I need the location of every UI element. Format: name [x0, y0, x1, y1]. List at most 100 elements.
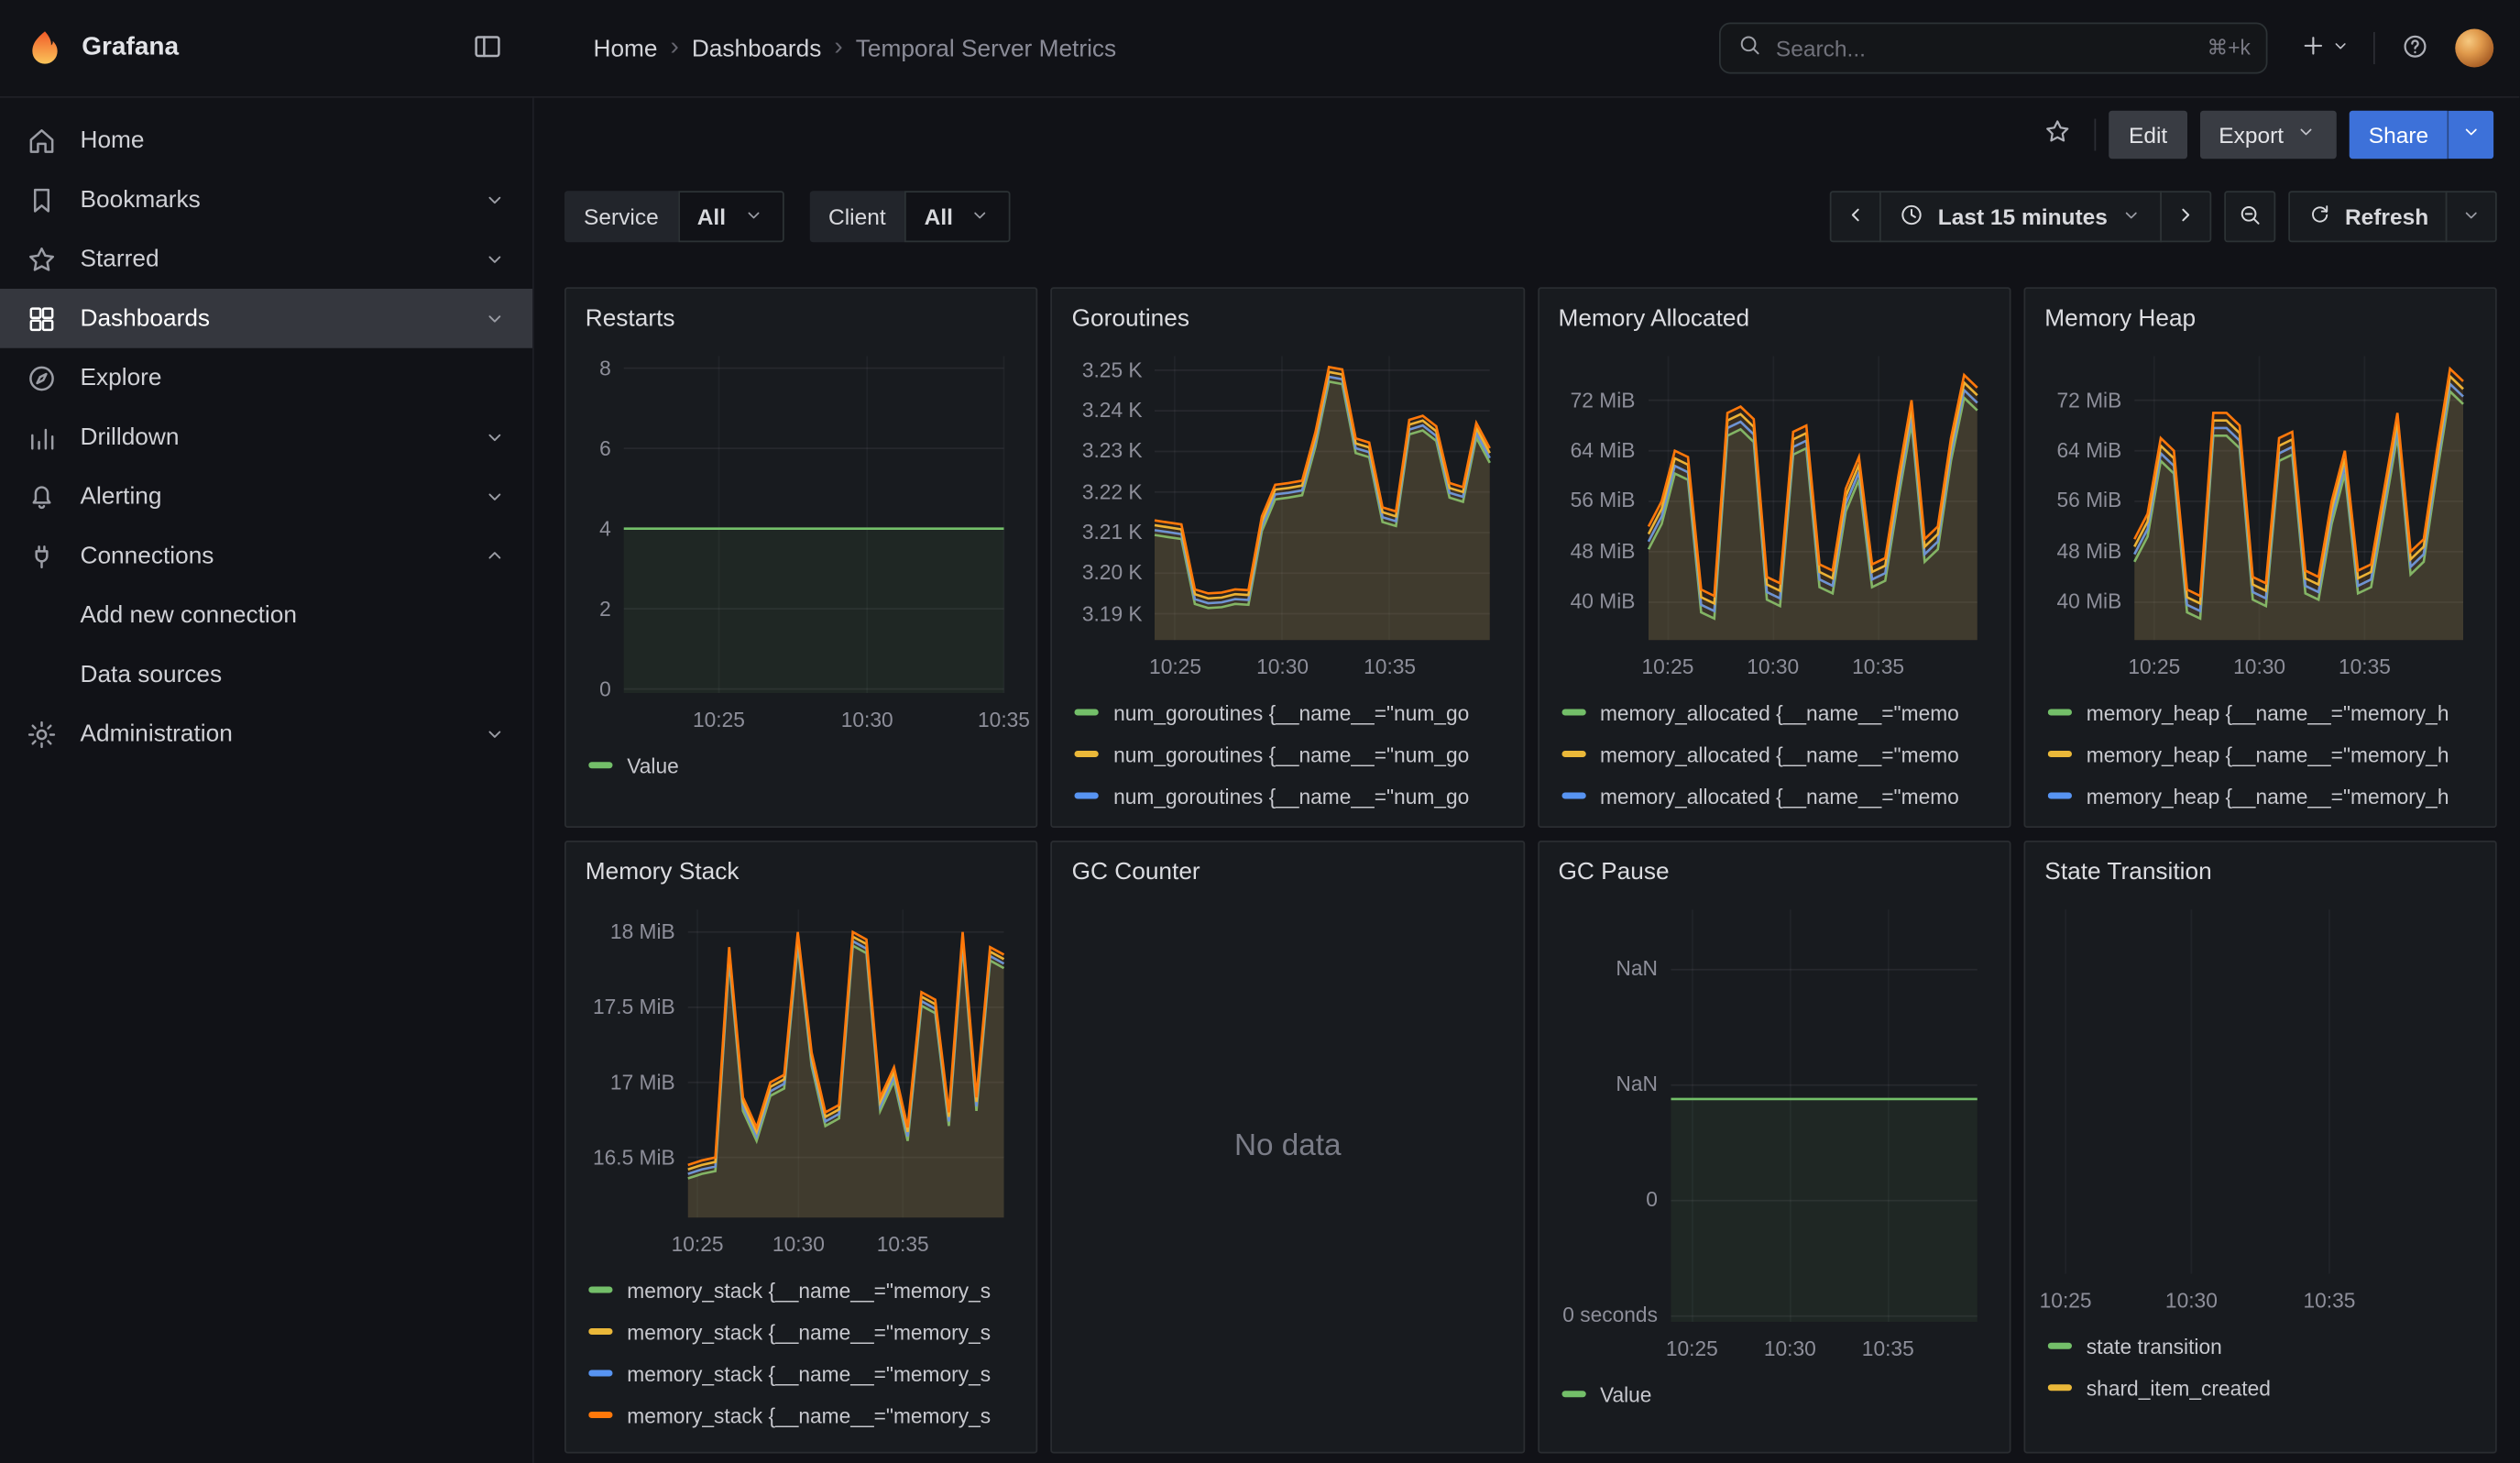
- refresh-group: Refresh: [2289, 191, 2498, 242]
- panel-title[interactable]: Restarts: [586, 305, 1017, 335]
- sidebar-item-alerting[interactable]: Alerting: [0, 467, 532, 526]
- x-axis: 10:2510:3010:35: [582, 699, 1020, 738]
- grafana-logo-icon[interactable]: [26, 29, 64, 68]
- refresh-button[interactable]: Refresh: [2289, 191, 2448, 242]
- help-button[interactable]: [2392, 24, 2440, 72]
- edit-button[interactable]: Edit: [2109, 110, 2186, 159]
- bookmark-icon: [26, 183, 58, 215]
- breadcrumb-item-dashboards[interactable]: Dashboards: [692, 35, 822, 62]
- y-axis-tick: 4: [582, 517, 611, 540]
- x-axis: 10:2510:3010:35: [2042, 1281, 2480, 1319]
- home-icon: [26, 125, 58, 157]
- x-axis-tick: 10:25: [1149, 654, 1201, 678]
- legend-item[interactable]: state transition: [2048, 1326, 2480, 1368]
- panel-title[interactable]: Memory Stack: [586, 858, 1017, 887]
- chevron-down-icon[interactable]: [483, 188, 507, 212]
- legend-item[interactable]: memory_allocated {__name__="memo: [1561, 691, 1993, 733]
- legend-label: shard_item_created: [2087, 1376, 2271, 1400]
- legend-item[interactable]: memory_allocated {__name__="memo: [1561, 817, 1993, 828]
- legend-item[interactable]: memory_heap {__name__="memory_h: [2048, 691, 2480, 733]
- user-avatar[interactable]: [2456, 29, 2494, 68]
- search-box[interactable]: ⌘+k: [1720, 23, 2269, 74]
- legend-label: num_goroutines {__name__="num_go: [1113, 700, 1469, 724]
- legend-item[interactable]: memory_allocated {__name__="memo: [1561, 775, 1993, 817]
- legend-item[interactable]: num_goroutines {__name__="num_go: [1075, 691, 1507, 733]
- panel-memory-stack: Memory Stack18 MiB17.5 MiB17 MiB16.5 MiB…: [564, 841, 1038, 1454]
- legend-item[interactable]: num_goroutines {__name__="num_go: [1075, 817, 1507, 828]
- refresh-interval-dropdown[interactable]: [2446, 191, 2497, 242]
- breadcrumb-item-home[interactable]: Home: [594, 35, 658, 62]
- legend-swatch: [2048, 710, 2072, 716]
- x-axis-tick: 10:30: [2165, 1288, 2218, 1312]
- dock-menu-icon: [472, 29, 504, 66]
- sidebar-item-bookmarks[interactable]: Bookmarks: [0, 170, 532, 230]
- legend-swatch: [588, 1328, 612, 1335]
- time-forward-button[interactable]: [2161, 191, 2212, 242]
- favorite-star-button[interactable]: [2034, 110, 2083, 159]
- arrow-left-icon: [1843, 202, 1868, 232]
- chevron-down-icon[interactable]: [483, 248, 507, 271]
- search-input[interactable]: [1776, 36, 2195, 61]
- panel-title[interactable]: Memory Heap: [2044, 305, 2476, 335]
- chevron-down-icon[interactable]: [483, 485, 507, 509]
- time-range-picker[interactable]: Last 15 minutes: [1880, 191, 2163, 242]
- sidebar-item-explore[interactable]: Explore: [0, 348, 532, 408]
- dock-menu-button[interactable]: [464, 24, 512, 72]
- time-back-button[interactable]: [1830, 191, 1881, 242]
- legend-item[interactable]: memory_allocated {__name__="memo: [1561, 733, 1993, 776]
- panel-restarts: Restarts8642010:2510:3010:35Value: [564, 287, 1038, 828]
- legend-item[interactable]: memory_heap {__name__="memory_h: [2048, 775, 2480, 817]
- chevron-up-icon[interactable]: [483, 544, 507, 567]
- x-axis: 10:2510:3010:35: [1068, 646, 1507, 685]
- top-header: Grafana Home›Dashboards›Temporal Server …: [0, 0, 2520, 98]
- legend-item[interactable]: memory_heap {__name__="memory_h: [2048, 733, 2480, 776]
- panel-title[interactable]: GC Counter: [1072, 858, 1504, 887]
- legend-swatch: [1075, 793, 1099, 799]
- variable-value-dropdown[interactable]: All: [678, 191, 783, 242]
- share-options-button[interactable]: [2448, 110, 2494, 159]
- x-axis: 10:2510:3010:35: [582, 1224, 1020, 1262]
- chart-canvas: [2042, 900, 2480, 1277]
- sidebar-item-drilldown[interactable]: Drilldown: [0, 408, 532, 468]
- panel-title[interactable]: GC Pause: [1558, 858, 1989, 887]
- export-button[interactable]: Export: [2199, 110, 2337, 159]
- legend-item[interactable]: num_goroutines {__name__="num_go: [1075, 775, 1507, 817]
- zoom-out-button[interactable]: [2225, 191, 2276, 242]
- y-axis-tick: 8: [582, 357, 611, 380]
- legend-label: memory_heap {__name__="memory_h: [2087, 742, 2449, 765]
- legend-swatch: [1561, 751, 1585, 757]
- legend-item[interactable]: Value: [588, 744, 1020, 786]
- divider: [2374, 32, 2376, 64]
- panel-title[interactable]: Goroutines: [1072, 305, 1504, 335]
- panel-title[interactable]: Memory Allocated: [1558, 305, 1989, 335]
- legend-item[interactable]: num_goroutines {__name__="num_go: [1075, 733, 1507, 776]
- chevron-down-icon[interactable]: [483, 722, 507, 746]
- legend-item[interactable]: memory_stack {__name__="memory_s: [588, 1394, 1020, 1436]
- legend-item[interactable]: memory_stack {__name__="memory_s: [588, 1311, 1020, 1353]
- y-axis-tick: 0: [582, 677, 611, 700]
- variable-value-dropdown[interactable]: All: [905, 191, 1011, 242]
- sidebar-item-administration[interactable]: Administration: [0, 704, 532, 764]
- y-axis-tick: 3.19 K: [1068, 602, 1143, 625]
- chevron-down-icon[interactable]: [483, 425, 507, 449]
- export-label: Export: [2219, 121, 2284, 147]
- sidebar-item-dashboards[interactable]: Dashboards: [0, 289, 532, 348]
- new-button[interactable]: [2294, 26, 2358, 71]
- sidebar-item-data-sources[interactable]: Data sources: [0, 645, 532, 705]
- sidebar-item-connections[interactable]: Connections: [0, 526, 532, 586]
- legend-item[interactable]: Value: [1561, 1373, 1993, 1415]
- legend-item[interactable]: shard_item_created: [2048, 1367, 2480, 1409]
- chevron-down-icon[interactable]: [483, 306, 507, 330]
- sidebar-item-home[interactable]: Home: [0, 111, 532, 170]
- panel-gc-pause: GC PauseNaNNaN00 seconds10:2510:3010:35V…: [1538, 841, 2011, 1454]
- x-axis-tick: 10:35: [1364, 654, 1416, 678]
- legend-item[interactable]: memory_stack {__name__="memory_s: [588, 1352, 1020, 1394]
- y-axis-tick: 0 seconds: [1555, 1304, 1658, 1327]
- share-button[interactable]: Share: [2350, 110, 2448, 159]
- sidebar-item-add-new-connection[interactable]: Add new connection: [0, 586, 532, 645]
- legend-item[interactable]: memory_stack {__name__="memory_s: [588, 1269, 1020, 1311]
- panel-title[interactable]: State Transition: [2044, 858, 2476, 887]
- x-axis: 10:2510:3010:35: [1555, 646, 1993, 685]
- sidebar-item-starred[interactable]: Starred: [0, 229, 532, 289]
- legend-item[interactable]: memory_heap {__name__="memory_h: [2048, 817, 2480, 828]
